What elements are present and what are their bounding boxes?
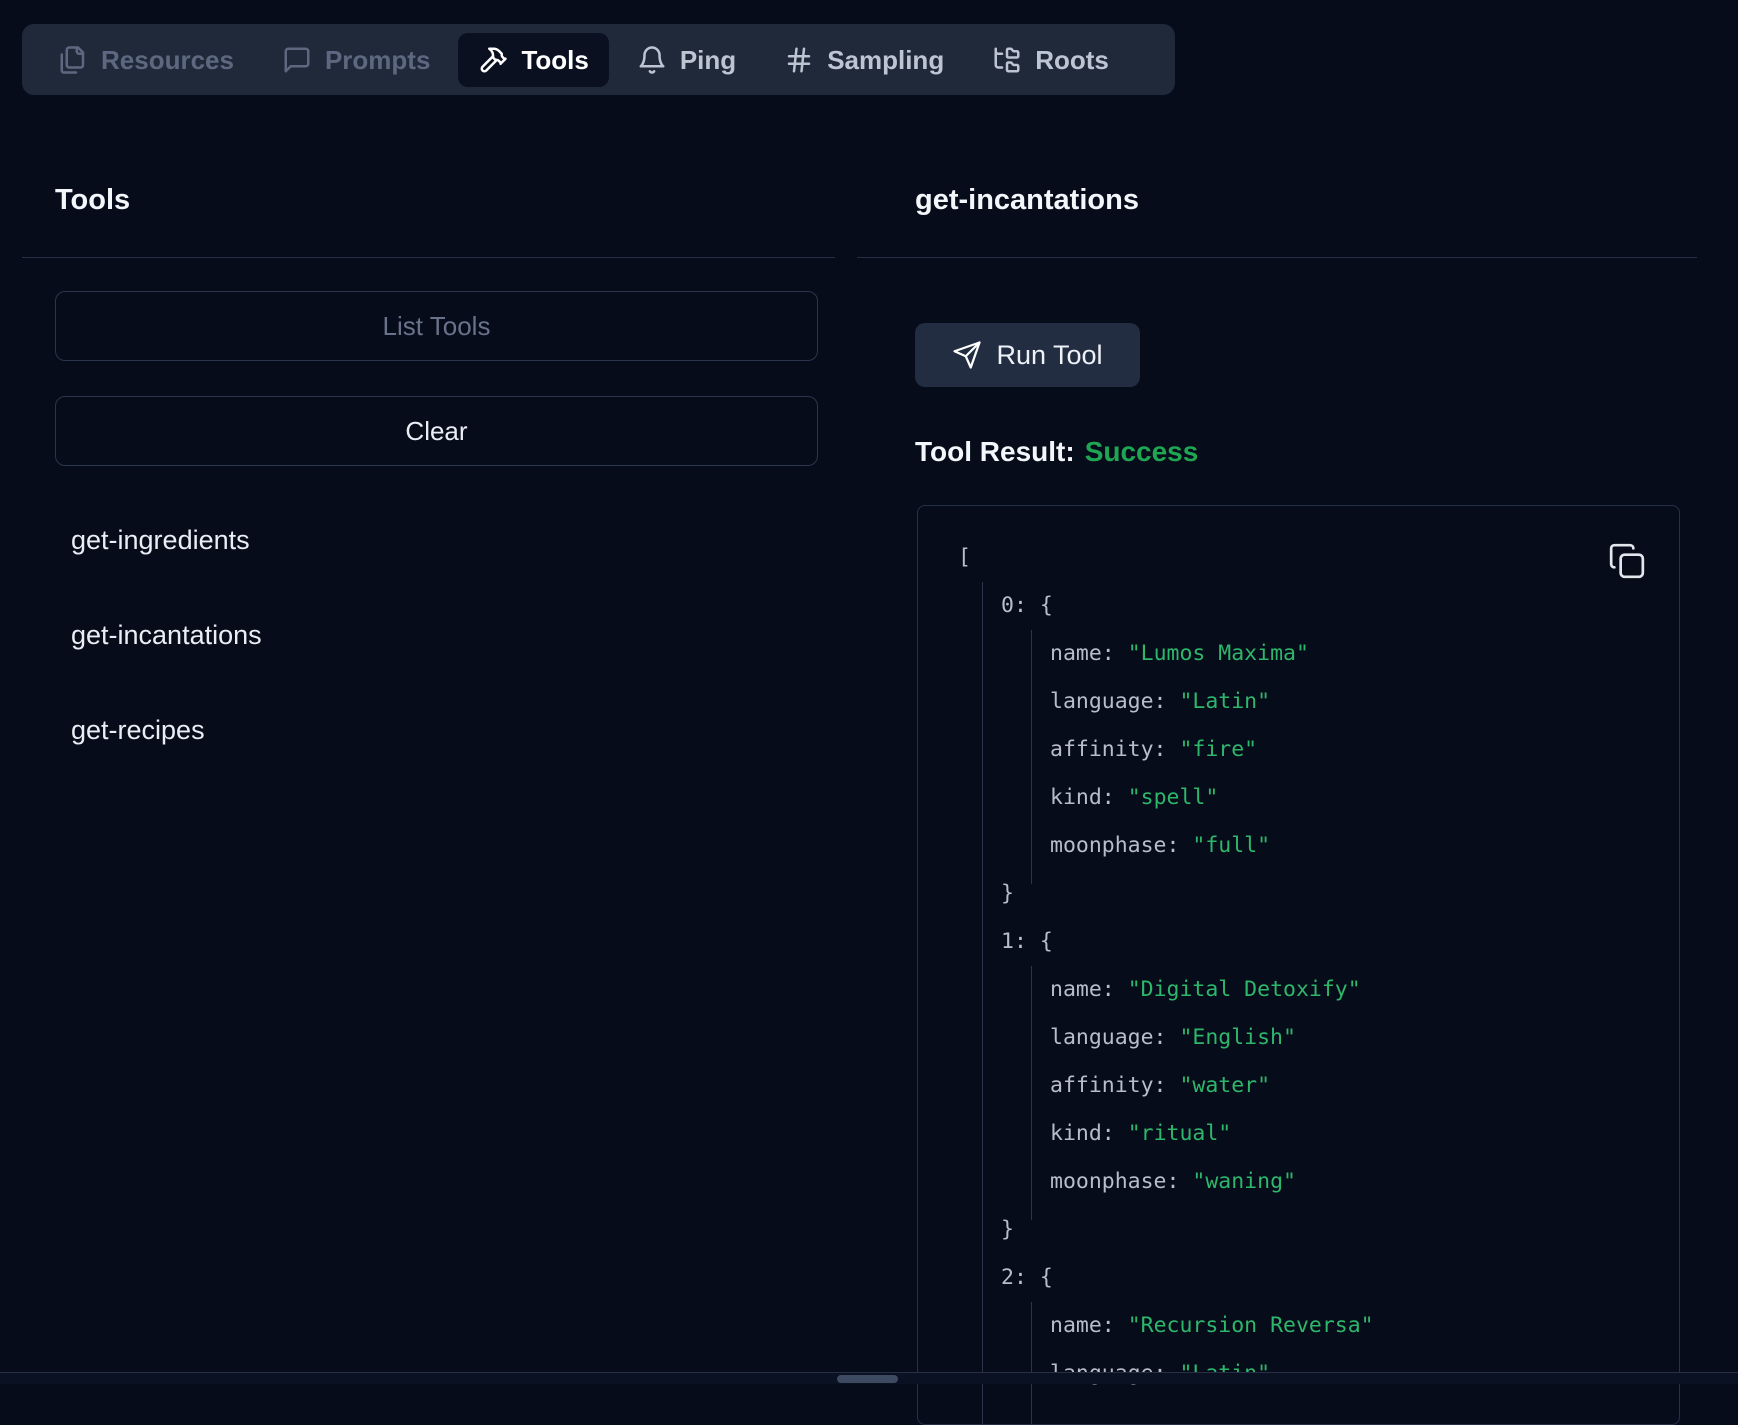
json-field-language: language: "English" xyxy=(958,1014,1669,1062)
json-item-close: } xyxy=(958,870,1669,918)
json-item-header: 1: { xyxy=(958,918,1669,966)
json-field-kind: kind: "spell" xyxy=(958,774,1669,822)
tool-result-label: Tool Result: xyxy=(915,436,1075,467)
tab-label: Tools xyxy=(521,47,588,73)
horizontal-scrollbar-thumb[interactable] xyxy=(837,1375,898,1383)
folder-tree-icon xyxy=(992,45,1022,75)
tab-prompts[interactable]: Prompts xyxy=(262,33,450,87)
tab-sampling[interactable]: Sampling xyxy=(764,33,964,87)
json-item-header: 2: { xyxy=(958,1254,1669,1302)
bell-icon xyxy=(637,45,667,75)
json-field-affinity: affinity: "water" xyxy=(958,1062,1669,1110)
tool-result-line: Tool Result: Success xyxy=(915,436,1198,468)
files-icon xyxy=(58,45,88,75)
json-field-moonphase: moonphase: "waning" xyxy=(958,1158,1669,1206)
tab-label: Resources xyxy=(101,47,234,73)
hammer-icon xyxy=(478,45,508,75)
json-field-kind: kind: "ritual" xyxy=(958,1110,1669,1158)
tool-list-item-get-incantations[interactable]: get-incantations xyxy=(71,611,262,659)
left-panel-divider xyxy=(22,257,835,258)
tab-resources[interactable]: Resources xyxy=(38,33,254,87)
tab-label: Ping xyxy=(680,47,736,73)
chat-bubble-icon xyxy=(282,45,312,75)
tab-label: Sampling xyxy=(827,47,944,73)
json-open-bracket: [ xyxy=(958,534,1669,582)
tool-list-item-get-recipes[interactable]: get-recipes xyxy=(71,706,205,754)
right-panel-divider xyxy=(857,257,1697,258)
clear-button[interactable]: Clear xyxy=(55,396,818,466)
tab-tools[interactable]: Tools xyxy=(458,33,608,87)
json-field-name: name: "Recursion Reversa" xyxy=(958,1302,1669,1350)
tab-roots[interactable]: Roots xyxy=(972,33,1129,87)
horizontal-scrollbar[interactable] xyxy=(0,1372,1738,1384)
list-tools-button[interactable]: List Tools xyxy=(55,291,818,361)
json-field-moonphase: moonphase: "full" xyxy=(958,822,1669,870)
tab-ping[interactable]: Ping xyxy=(617,33,756,87)
run-tool-label: Run Tool xyxy=(996,340,1102,371)
tool-result-status: Success xyxy=(1085,436,1199,467)
json-content: [0: {name: "Lumos Maxima"language: "Lati… xyxy=(958,534,1669,1398)
app-root: Resources Prompts Tools Ping Sampling Roots T… xyxy=(0,0,1738,1384)
json-item-header: 0: { xyxy=(958,582,1669,630)
hash-icon xyxy=(784,45,814,75)
tool-list-item-get-ingredients[interactable]: get-ingredients xyxy=(71,516,250,564)
send-icon xyxy=(952,340,982,370)
json-field-language: language: "Latin" xyxy=(958,678,1669,726)
selected-tool-title: get-incantations xyxy=(915,185,1139,217)
top-nav: Resources Prompts Tools Ping Sampling Roots xyxy=(22,24,1175,95)
tab-label: Roots xyxy=(1035,47,1109,73)
tool-result-json-viewer: [0: {name: "Lumos Maxima"language: "Lati… xyxy=(917,505,1680,1425)
tools-panel-title: Tools xyxy=(55,185,130,217)
json-field-name: name: "Lumos Maxima" xyxy=(958,630,1669,678)
json-field-name: name: "Digital Detoxify" xyxy=(958,966,1669,1014)
json-item-close: } xyxy=(958,1206,1669,1254)
run-tool-button[interactable]: Run Tool xyxy=(915,323,1140,387)
tab-label: Prompts xyxy=(325,47,430,73)
copy-icon[interactable] xyxy=(1607,542,1647,582)
json-field-affinity: affinity: "fire" xyxy=(958,726,1669,774)
